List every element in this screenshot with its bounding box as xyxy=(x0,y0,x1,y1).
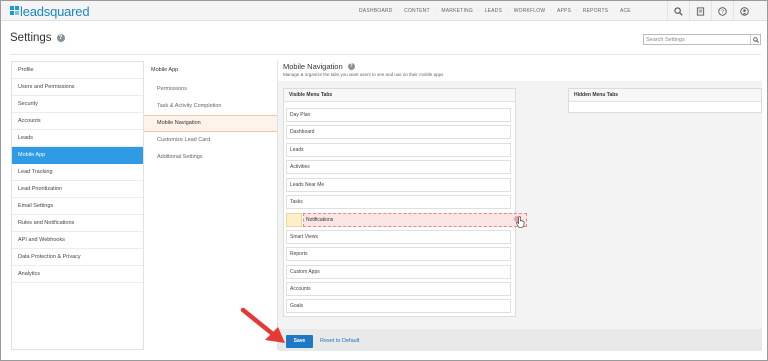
submenu-item-permissions[interactable]: Permissions xyxy=(144,81,277,98)
help-circle-icon[interactable]: ? xyxy=(347,63,355,70)
nav-marketing[interactable]: MARKETING xyxy=(439,8,475,14)
user-icon[interactable] xyxy=(733,1,755,21)
menu-tab-day-plan[interactable]: Day Plan xyxy=(286,108,511,122)
visible-panel-title: Visible Menu Tabs xyxy=(284,89,515,102)
brand-name: leadsquared xyxy=(20,3,90,19)
section-title: Mobile Navigation ? xyxy=(283,62,355,71)
nav-ace[interactable]: ACE xyxy=(618,8,633,14)
submenu-item-task-activity-completion[interactable]: Task & Activity Completion xyxy=(144,98,277,115)
menu-tab-tasks[interactable]: Tasks xyxy=(286,195,511,209)
section-title-text: Mobile Navigation xyxy=(283,62,343,71)
nav-leads[interactable]: LEADS xyxy=(483,8,504,14)
menu-tab-smart-views[interactable]: Smart Views xyxy=(286,230,511,244)
hidden-menu-tabs-panel: Hidden Menu Tabs xyxy=(568,88,762,113)
menu-tab-reports[interactable]: Reports xyxy=(286,247,511,261)
settings-icon[interactable] xyxy=(689,1,711,21)
submenu-item-mobile-navigation[interactable]: Mobile Navigation xyxy=(144,115,277,132)
settings-sidebar: Profile Users and Permissions Security A… xyxy=(11,61,144,350)
nav-apps[interactable]: APPS xyxy=(555,8,573,14)
page-title-text: Settings xyxy=(10,32,52,44)
sidebar-item-accounts[interactable]: Accounts xyxy=(12,113,143,130)
header-divider xyxy=(10,54,761,55)
sidebar-item-mobile-app[interactable]: Mobile App xyxy=(12,147,143,164)
hidden-panel-title: Hidden Menu Tabs xyxy=(569,89,761,102)
help-icon[interactable]: ? xyxy=(711,1,733,21)
top-navbar: leadsquared DASHBOARD · CONTENT · MARKET… xyxy=(1,1,767,21)
settings-search xyxy=(643,34,761,45)
submenu-item-additional-settings[interactable]: Additional Settings xyxy=(144,149,277,166)
nav-dashboard[interactable]: DASHBOARD xyxy=(357,8,394,14)
help-circle-icon[interactable]: ? xyxy=(56,34,65,42)
annotation-arrow-icon xyxy=(240,307,285,343)
drop-placeholder xyxy=(286,213,302,227)
sidebar-item-profile[interactable]: Profile xyxy=(12,62,143,79)
sidebar-item-analytics[interactable]: Analytics xyxy=(12,266,143,283)
logo-mark-icon xyxy=(10,5,19,17)
nav-workflow[interactable]: WORKFLOW xyxy=(512,8,548,14)
search-icon xyxy=(752,36,759,43)
menu-tab-custom-apps[interactable]: Custom Apps xyxy=(286,265,511,279)
page-title: Settings ? xyxy=(10,32,65,44)
sidebar-item-rules-and-notifications[interactable]: Rules and Notifications xyxy=(12,215,143,232)
sidebar-item-leads[interactable]: Leads xyxy=(12,130,143,147)
brand-logo[interactable]: leadsquared xyxy=(10,3,90,19)
reset-to-default-link[interactable]: Reset to Default xyxy=(320,336,359,347)
menu-tab-goals[interactable]: Goals xyxy=(286,299,511,313)
section-description: Manage & organize the tabs you want user… xyxy=(283,72,444,77)
menu-tab-accounts[interactable]: Accounts xyxy=(286,282,511,296)
menu-tab-leads-near-me[interactable]: Leads Near Me xyxy=(286,178,511,192)
app-window: leadsquared DASHBOARD · CONTENT · MARKET… xyxy=(0,0,768,361)
settings-search-input[interactable] xyxy=(644,35,750,44)
nav-content[interactable]: CONTENT xyxy=(402,8,432,14)
sidebar-item-api-and-webhooks[interactable]: API and Webhooks xyxy=(12,232,143,249)
sidebar-item-security[interactable]: Security xyxy=(12,96,143,113)
sidebar-item-lead-prioritization[interactable]: Lead Prioritization xyxy=(12,181,143,198)
search-icon[interactable] xyxy=(667,1,689,21)
menu-tab-leads[interactable]: Leads xyxy=(286,143,511,157)
sidebar-item-lead-tracking[interactable]: Lead Tracking xyxy=(12,164,143,181)
hand-cursor-icon xyxy=(516,216,525,228)
sidebar-item-users-and-permissions[interactable]: Users and Permissions xyxy=(12,79,143,96)
sidebar-item-email-settings[interactable]: Email Settings xyxy=(12,198,143,215)
nav-icons: ? xyxy=(667,1,755,21)
submenu-heading: Mobile App xyxy=(151,67,179,73)
nav-reports[interactable]: REPORTS xyxy=(581,8,610,14)
search-button[interactable] xyxy=(750,35,760,44)
menu-tab-activities[interactable]: Activities xyxy=(286,160,511,174)
save-button[interactable]: Save xyxy=(286,335,313,348)
svg-text:?: ? xyxy=(721,9,724,15)
submenu-item-customize-lead-card[interactable]: Customize Lead Card xyxy=(144,132,277,149)
menu-tab-notifications-dragging[interactable]: Notifications xyxy=(303,213,527,227)
main-nav: DASHBOARD · CONTENT · MARKETING · LEADS … xyxy=(357,8,633,14)
menu-tab-dashboard[interactable]: Dashboard xyxy=(286,125,511,139)
sidebar-item-data-protection[interactable]: Data Protection & Privacy xyxy=(12,249,143,266)
